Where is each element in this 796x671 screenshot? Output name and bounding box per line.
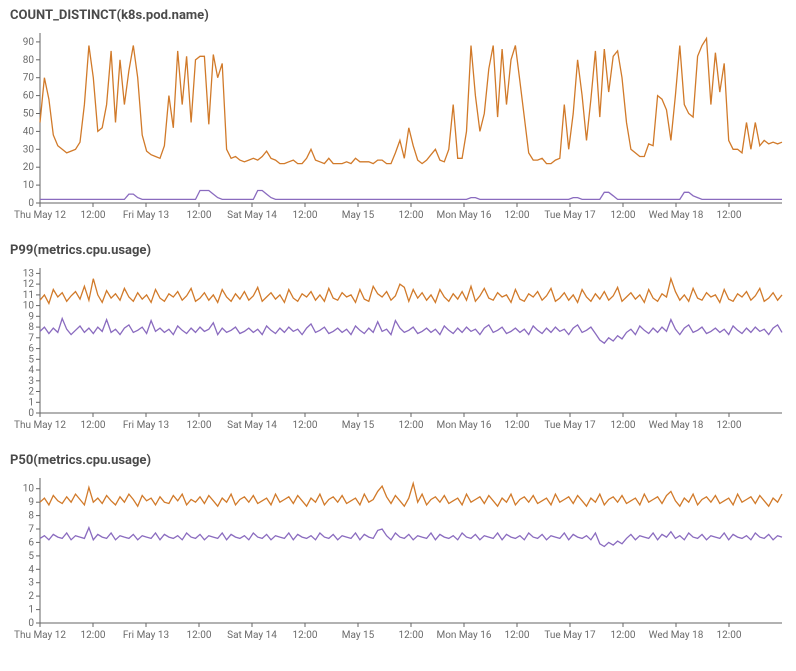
chart-title: COUNT_DISTINCT(k8s.pod.name) xyxy=(10,8,788,23)
svg-text:Tue May 17: Tue May 17 xyxy=(544,630,596,641)
svg-text:12:00: 12:00 xyxy=(717,420,742,431)
svg-text:12:00: 12:00 xyxy=(293,210,318,221)
svg-text:12:00: 12:00 xyxy=(505,630,530,641)
y-axis: 012345678910111213 xyxy=(23,268,40,419)
svg-text:12:00: 12:00 xyxy=(505,210,530,221)
svg-text:12:00: 12:00 xyxy=(399,420,424,431)
svg-text:4: 4 xyxy=(28,365,34,376)
svg-text:3: 3 xyxy=(28,376,34,387)
chart-p50-cpu: P50(metrics.cpu.usage) 0 1 2 3 4 5 6 7 8 9 10 Thu … xyxy=(8,453,788,645)
svg-text:12:00: 12:00 xyxy=(717,210,742,221)
svg-text:80: 80 xyxy=(23,55,35,66)
chart-plot-area: 012345678910111213 Thu May 1212:00Fri Ma… xyxy=(8,262,788,435)
svg-text:4: 4 xyxy=(28,564,34,575)
y-axis: 0 1 2 3 4 5 6 7 8 9 10 xyxy=(23,478,40,629)
svg-text:5: 5 xyxy=(28,354,34,365)
svg-text:Mon May 16: Mon May 16 xyxy=(437,630,492,641)
svg-text:Fri May 13: Fri May 13 xyxy=(123,630,169,641)
svg-text:7: 7 xyxy=(28,333,34,344)
chart-count-distinct: COUNT_DISTINCT(k8s.pod.name) 0 10 20 30 40 50… xyxy=(8,8,788,225)
svg-text:5: 5 xyxy=(28,551,34,562)
chart-p99-cpu: P99(metrics.cpu.usage) 01234567891011121… xyxy=(8,243,788,435)
svg-text:12:00: 12:00 xyxy=(187,630,212,641)
svg-text:12:00: 12:00 xyxy=(293,420,318,431)
svg-text:13: 13 xyxy=(23,268,34,279)
line-series-b xyxy=(40,191,782,200)
svg-text:1: 1 xyxy=(28,397,34,408)
svg-text:12:00: 12:00 xyxy=(81,210,106,221)
svg-text:12:00: 12:00 xyxy=(399,210,424,221)
svg-text:30: 30 xyxy=(23,144,35,155)
svg-text:Thu May 12: Thu May 12 xyxy=(14,420,66,431)
svg-text:12:00: 12:00 xyxy=(81,420,106,431)
svg-text:50: 50 xyxy=(23,109,35,120)
x-axis: Thu May 12 12:00 Fri May 13 12:00 Sat May 14… xyxy=(14,203,782,221)
svg-text:9: 9 xyxy=(28,497,34,508)
svg-text:Wed May 18: Wed May 18 xyxy=(649,420,704,431)
svg-text:10: 10 xyxy=(23,484,35,495)
line-series-a xyxy=(40,279,782,304)
svg-text:2: 2 xyxy=(28,387,34,398)
svg-text:10: 10 xyxy=(23,301,35,312)
svg-text:Wed May 18: Wed May 18 xyxy=(649,630,704,641)
svg-text:Thu May 12: Thu May 12 xyxy=(14,210,66,221)
svg-text:Sat May 14: Sat May 14 xyxy=(227,420,277,431)
svg-text:6: 6 xyxy=(28,537,34,548)
svg-text:Fri May 13: Fri May 13 xyxy=(123,210,169,221)
svg-text:12:00: 12:00 xyxy=(187,210,212,221)
svg-text:12:00: 12:00 xyxy=(611,210,636,221)
x-axis: Thu May 12 12:00 Fri May 13 12:00 Sat May 14… xyxy=(14,413,782,431)
svg-text:12:00: 12:00 xyxy=(293,630,318,641)
svg-text:Tue May 17: Tue May 17 xyxy=(544,420,596,431)
svg-text:0: 0 xyxy=(28,198,34,209)
svg-text:Sat May 14: Sat May 14 xyxy=(227,630,277,641)
svg-text:10: 10 xyxy=(23,180,35,191)
svg-text:8: 8 xyxy=(28,511,34,522)
svg-text:2: 2 xyxy=(28,591,34,602)
svg-text:1: 1 xyxy=(28,605,34,616)
svg-text:12: 12 xyxy=(23,279,35,290)
svg-text:Wed May 18: Wed May 18 xyxy=(649,210,704,221)
svg-text:8: 8 xyxy=(28,322,34,333)
svg-text:Sat May 14: Sat May 14 xyxy=(227,210,277,221)
svg-text:12:00: 12:00 xyxy=(611,420,636,431)
svg-text:12:00: 12:00 xyxy=(81,630,106,641)
svg-text:0: 0 xyxy=(28,408,34,419)
svg-text:0: 0 xyxy=(28,618,34,629)
svg-text:12:00: 12:00 xyxy=(399,630,424,641)
svg-text:Fri May 13: Fri May 13 xyxy=(123,420,169,431)
chart-title: P50(metrics.cpu.usage) xyxy=(10,453,788,468)
svg-text:6: 6 xyxy=(28,344,34,355)
chart-plot-area: 0 1 2 3 4 5 6 7 8 9 10 Thu May 12 12:00 Fri May 13 12… xyxy=(8,472,788,645)
svg-text:7: 7 xyxy=(28,524,34,535)
chart-plot-area: 0 10 20 30 40 50 60 70 80 90 Thu May 12 12:00 Fri M… xyxy=(8,27,788,225)
svg-text:40: 40 xyxy=(23,126,35,137)
svg-text:12:00: 12:00 xyxy=(505,420,530,431)
y-axis: 0 10 20 30 40 50 60 70 80 90 xyxy=(23,33,40,209)
svg-text:Tue May 17: Tue May 17 xyxy=(544,210,596,221)
svg-text:60: 60 xyxy=(23,91,35,102)
line-series-b xyxy=(40,319,782,344)
svg-text:Mon May 16: Mon May 16 xyxy=(437,420,492,431)
svg-text:20: 20 xyxy=(23,162,35,173)
svg-text:3: 3 xyxy=(28,578,34,589)
svg-text:May 15: May 15 xyxy=(342,210,375,221)
svg-text:12:00: 12:00 xyxy=(717,630,742,641)
svg-text:12:00: 12:00 xyxy=(187,420,212,431)
line-series-a xyxy=(40,483,782,506)
line-series-a xyxy=(40,38,782,163)
svg-text:May 15: May 15 xyxy=(342,630,375,641)
svg-text:70: 70 xyxy=(23,73,35,84)
svg-text:May 15: May 15 xyxy=(342,420,375,431)
line-series-b xyxy=(40,528,782,547)
svg-text:Thu May 12: Thu May 12 xyxy=(14,630,66,641)
svg-text:Mon May 16: Mon May 16 xyxy=(437,210,492,221)
x-axis: Thu May 12 12:00 Fri May 13 12:00 Sat May 14… xyxy=(14,623,782,641)
svg-text:11: 11 xyxy=(23,290,34,301)
chart-title: P99(metrics.cpu.usage) xyxy=(10,243,788,258)
svg-text:12:00: 12:00 xyxy=(611,630,636,641)
svg-text:90: 90 xyxy=(23,37,35,48)
svg-text:9: 9 xyxy=(28,311,34,322)
